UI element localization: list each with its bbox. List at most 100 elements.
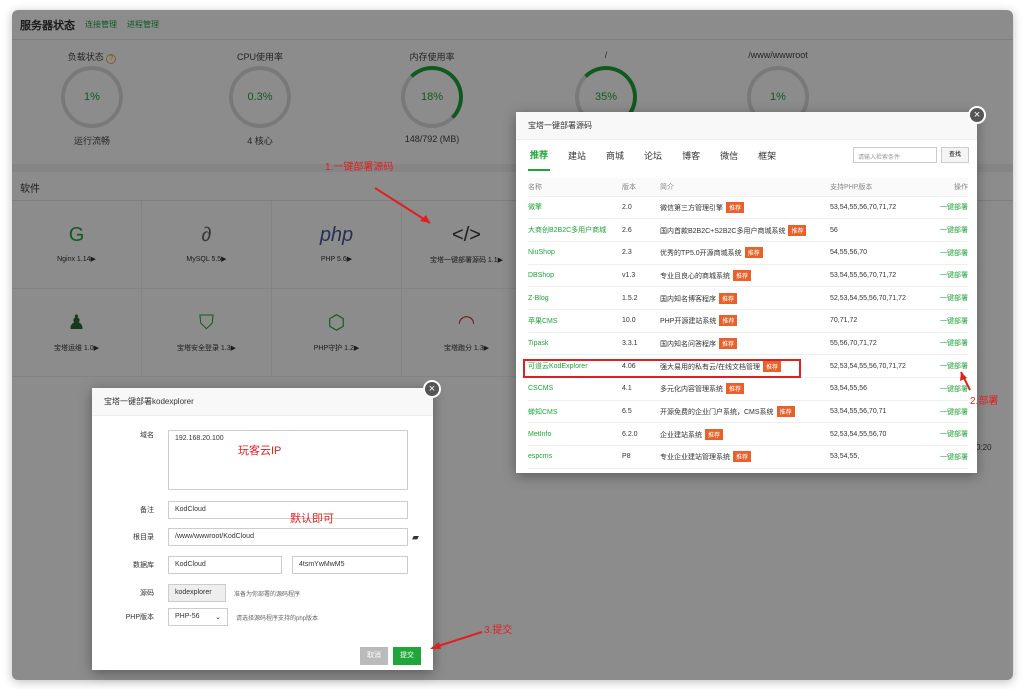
database-row: 数据库 KodCloud 4tsmYwMwM5: [104, 556, 408, 574]
chevron-down-icon: ⌄: [215, 614, 221, 621]
source-version: 2.6: [622, 218, 660, 242]
search-button[interactable]: 查找: [941, 147, 969, 163]
kodexplorer-modal: 宝塔一键部署kodexplorer 域名 192.168.20.100 备注 K…: [92, 388, 433, 670]
source-php: 52,53,54,55,56,70: [830, 422, 930, 447]
source-desc: PHP开源建站系统 推荐: [660, 309, 830, 333]
source-name[interactable]: Tipask: [528, 332, 622, 356]
deploy-button[interactable]: 一键部署: [930, 241, 968, 265]
source-row: 源码 kodexplorer 准备为你部署的源码程序: [104, 584, 300, 602]
deploy-button[interactable]: 一键部署: [930, 309, 968, 333]
highlight-box: [523, 359, 801, 378]
table-row: Z-Blog 1.5.2 国内知名博客程序 推荐 52,53,54,55,56,70,7…: [528, 286, 968, 310]
recommend-badge: 推荐: [733, 269, 752, 281]
deploy-button[interactable]: 一键部署: [930, 400, 968, 424]
table-row: DBShop v1.3 专业且良心的商城系统 推荐 53,54,55,56,70,71,…: [528, 264, 968, 288]
close-icon[interactable]: ×: [423, 380, 441, 398]
source-version: 3.3.1: [622, 332, 660, 356]
source-version: 4.1: [622, 377, 660, 401]
recommend-badge: 推荐: [788, 224, 807, 236]
domain-label: 域名: [140, 432, 154, 439]
source-version: 6.2.0: [622, 422, 660, 447]
arrow-icon: [374, 187, 431, 224]
source-php: 52,53,54,55,56,70,71,72: [830, 354, 930, 378]
desc-text: 国内知名问答程序: [660, 340, 716, 348]
annotation-step2: 2.部署: [970, 396, 999, 407]
desc-text: 微信第三方管理引擎: [660, 204, 723, 212]
deploy-button[interactable]: 一键部署: [930, 286, 968, 310]
source-name[interactable]: MetInfo: [528, 422, 622, 447]
source-version: 2.0: [622, 196, 660, 220]
php-hint: 请选择源码程序支持的php版本: [236, 615, 319, 622]
source-name[interactable]: CSCMS: [528, 377, 622, 401]
source-name[interactable]: Z-Blog: [528, 286, 622, 310]
source-php: 55,56,70,71,72: [830, 332, 930, 356]
arrow-icon: [430, 631, 483, 649]
folder-icon[interactable]: ▰: [412, 532, 419, 543]
php-version-select[interactable]: PHP-56 ⌄: [168, 608, 228, 626]
deploy-button[interactable]: 一键部署: [930, 445, 968, 469]
source-desc: 国内知名问答程序 推荐: [660, 332, 830, 356]
tab-shop[interactable]: 商城: [604, 141, 626, 170]
table-row: 蝉知CMS 6.5 开源免费的企业门户系统，CMS系统 推荐 53,54,55,56,7…: [528, 400, 968, 424]
deploy-button[interactable]: 一键部署: [930, 264, 968, 288]
recommend-badge: 推荐: [726, 383, 745, 395]
close-icon[interactable]: ×: [968, 106, 986, 124]
tab-recommend[interactable]: 推荐: [528, 140, 551, 171]
php-row: PHP版本 PHP-56 ⌄ 请选择源码程序支持的php版本: [104, 608, 318, 626]
annotation-step3: 3.提交: [484, 625, 513, 636]
submit-button[interactable]: 提交: [393, 647, 421, 665]
source-name[interactable]: espcms: [528, 445, 622, 469]
tab-forum[interactable]: 论坛: [642, 141, 664, 170]
source-version: P8: [622, 445, 660, 469]
desc-text: 企业建站系统: [660, 431, 702, 439]
source-php: 56: [830, 218, 930, 242]
source-name[interactable]: 大商创B2B2C多用户商城: [528, 218, 622, 242]
annotation-default: 默认即可: [290, 513, 334, 525]
source-name[interactable]: 微擎: [528, 196, 622, 220]
source-name[interactable]: DBShop: [528, 264, 622, 288]
recommend-badge: 推荐: [719, 315, 738, 327]
search-input[interactable]: 请输入检索条件: [853, 147, 937, 163]
desc-text: 国内首款B2B2C+S2B2C多用户商城系统: [660, 227, 786, 235]
source-version: v1.3: [622, 264, 660, 288]
source-table: 名称 版本 简介 支持PHP版本 操作 微擎 2.0 微信第三方管理引擎 推荐 53,5…: [528, 178, 968, 469]
domain-field[interactable]: 192.168.20.100: [168, 430, 408, 490]
note-field[interactable]: KodCloud: [168, 501, 408, 519]
annotation-ip: 玩客云IP: [238, 445, 282, 457]
table-row: MetInfo 6.2.0 企业建站系统 推荐 52,53,54,55,56,70 一键部…: [528, 422, 968, 447]
source-name[interactable]: 蝉知CMS: [528, 400, 622, 424]
cancel-button[interactable]: 取消: [360, 647, 388, 665]
annotation-step1: 1.一键部署源码: [325, 162, 394, 173]
column-header: 支持PHP版本: [830, 178, 930, 197]
table-row: 苹果CMS 10.0 PHP开源建站系统 推荐 70,71,72 一键部署: [528, 309, 968, 333]
source-desc: 微信第三方管理引擎 推荐: [660, 196, 830, 220]
tab-wechat[interactable]: 微信: [718, 141, 740, 170]
root-field[interactable]: /www/wwwroot/KodCloud: [168, 528, 408, 546]
tab-site[interactable]: 建站: [566, 141, 588, 170]
source-desc: 优秀的TP5.0开源商城系统 推荐: [660, 241, 830, 265]
desc-text: PHP开源建站系统: [660, 318, 717, 326]
source-name[interactable]: NiuShop: [528, 241, 622, 265]
source-desc: 多元化内容管理系统 推荐: [660, 377, 830, 401]
category-tabs: 推荐 建站 商城 论坛 博客 微信 框架 请输入检索条件 查找: [516, 140, 977, 171]
source-version: 1.5.2: [622, 286, 660, 310]
database-name-field[interactable]: KodCloud: [168, 556, 282, 574]
source-version: 6.5: [622, 400, 660, 424]
tab-framework[interactable]: 框架: [756, 141, 778, 170]
table-row: espcms P8 专业企业建站管理系统 推荐 53,54,55, 一键部署: [528, 445, 968, 469]
source-php: 53,54,55,56,70,71,72: [830, 196, 930, 220]
deploy-button[interactable]: 一键部署: [930, 218, 968, 242]
deploy-button[interactable]: 一键部署: [930, 196, 968, 220]
deploy-button[interactable]: 一键部署: [930, 422, 968, 447]
database-password-field[interactable]: 4tsmYwMwM5: [292, 556, 408, 574]
deploy-source-modal: 宝塔一键部署源码 推荐 建站 商城 论坛 博客 微信 框架 请输入检索条件 查找…: [516, 112, 977, 473]
source-php: 53,54,55,: [830, 445, 930, 469]
source-php: 53,54,55,56: [830, 377, 930, 401]
tab-blog[interactable]: 博客: [680, 141, 702, 170]
source-desc: 企业建站系统 推荐: [660, 422, 830, 447]
source-name[interactable]: 苹果CMS: [528, 309, 622, 333]
desc-text: 开源免费的企业门户系统，CMS系统: [660, 409, 774, 417]
note-label: 备注: [140, 507, 154, 514]
desc-text: 专业且良心的商城系统: [660, 272, 730, 280]
deploy-button[interactable]: 一键部署: [930, 332, 968, 356]
